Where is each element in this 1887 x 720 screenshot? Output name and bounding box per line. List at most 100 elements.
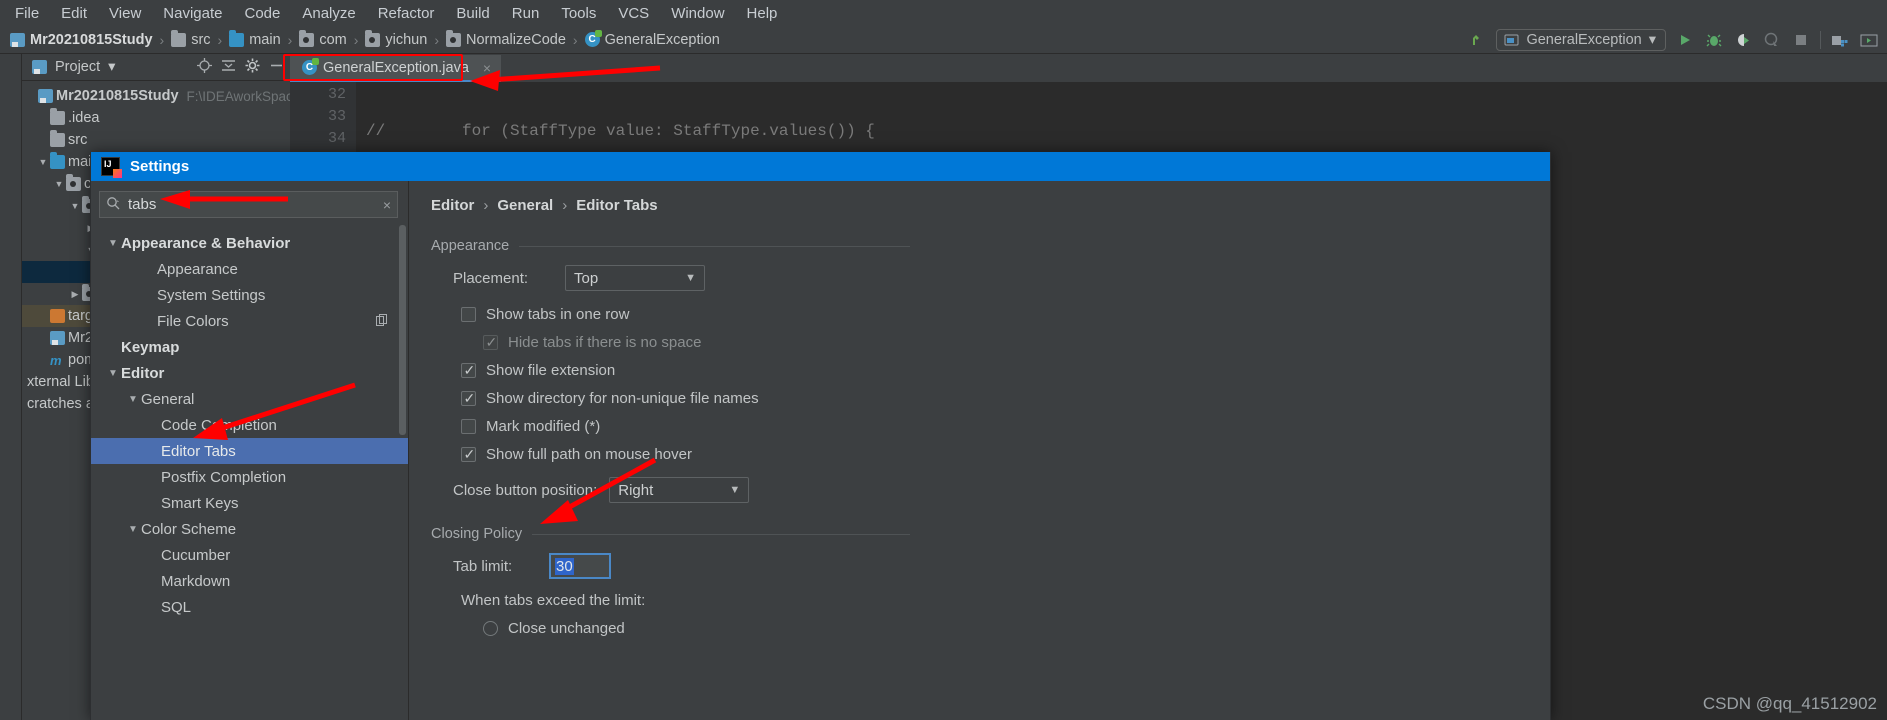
settings-tree-item-sql[interactable]: SQL — [91, 594, 408, 620]
breadcrumb-main[interactable]: main — [225, 29, 284, 49]
menu-item-view[interactable]: View — [98, 2, 152, 25]
watermark-text: CSDN @qq_41512902 — [1702, 694, 1877, 713]
tree-twisty[interactable]: ▶ — [68, 289, 82, 300]
checkbox-row-hide-tabs-if-no-space[interactable]: Hide tabs if there is no space — [483, 330, 1550, 354]
open-preview-icon[interactable] — [1859, 30, 1879, 50]
checkbox-mark-modified[interactable] — [461, 418, 476, 434]
menu-item-help[interactable]: Help — [736, 2, 789, 25]
settings-tree-item-system-settings[interactable]: System Settings — [91, 282, 408, 308]
tree-label: Mr20210815Study — [56, 88, 179, 104]
breadcrumb-yichun[interactable]: yichun — [361, 29, 431, 49]
run-configuration-selector[interactable]: GeneralException ▾ — [1496, 29, 1666, 51]
folder-teal-icon — [229, 29, 245, 47]
menu-item-run[interactable]: Run — [501, 2, 551, 25]
settings-tree-item-general[interactable]: ▼ General — [91, 386, 408, 412]
settings-tree-item-keymap[interactable]: Keymap — [91, 334, 408, 360]
settings-tree-item-appearance[interactable]: Appearance — [91, 256, 408, 282]
breadcrumb-label: yichun — [385, 31, 428, 48]
clear-search-icon[interactable]: × — [383, 197, 391, 213]
checkbox-row-show-full-path-hover[interactable]: Show full path on mouse hover — [461, 442, 1550, 466]
checkbox-show-directory-for-non-unique-file-names[interactable] — [461, 390, 476, 407]
tree-row-idea[interactable]: .idea — [22, 107, 290, 129]
breadcrumb-com[interactable]: com — [295, 29, 350, 49]
breadcrumb-src[interactable]: src — [167, 29, 214, 49]
settings-tree-item-editor-tabs[interactable]: Editor Tabs — [91, 438, 408, 464]
settings-dialog-titlebar: Settings — [91, 152, 1550, 181]
settings-tree-scrollbar[interactable] — [399, 225, 406, 435]
run-icon[interactable] — [1675, 30, 1695, 50]
settings-tree-item-postfix-completion[interactable]: Postfix Completion — [91, 464, 408, 490]
tab-limit-input[interactable]: 30 — [549, 553, 611, 579]
settings-tree-item-color-scheme[interactable]: ▼ Color Scheme — [91, 516, 408, 542]
tree-row-src[interactable]: src — [22, 129, 290, 151]
tree-twisty[interactable]: ▼ — [52, 179, 66, 189]
menu-item-window[interactable]: Window — [660, 2, 735, 25]
tree-twisty[interactable]: ▼ — [105, 238, 121, 249]
tree-twisty[interactable]: ▼ — [105, 368, 121, 379]
intellij-logo-icon — [101, 157, 122, 178]
menu-item-analyze[interactable]: Analyze — [291, 2, 366, 25]
checkbox-hide-tabs-if-no-space[interactable] — [483, 334, 498, 351]
settings-tree-label: Appearance — [157, 260, 238, 278]
appearance-group-header: Appearance — [431, 238, 1550, 254]
settings-tree-item-appearance-behavior[interactable]: ▼ Appearance & Behavior — [91, 230, 408, 256]
menu-item-code[interactable]: Code — [233, 2, 291, 25]
menu-item-file[interactable]: File — [4, 2, 50, 25]
build-hammer-icon[interactable] — [1467, 30, 1487, 50]
radio-label: Close unchanged — [508, 619, 625, 637]
checkbox-row-mark-modified[interactable]: Mark modified (*) — [461, 414, 1550, 438]
settings-tree-item-cucumber[interactable]: Cucumber — [91, 542, 408, 568]
tree-twisty[interactable]: ▼ — [36, 157, 50, 167]
hide-icon[interactable] — [269, 58, 284, 77]
run-coverage-icon[interactable] — [1733, 30, 1753, 50]
debug-icon[interactable] — [1704, 30, 1724, 50]
chevron-down-icon[interactable]: ▾ — [108, 59, 115, 75]
settings-tree-item-file-colors[interactable]: File Colors — [91, 308, 408, 334]
checkbox-label: Show directory for non-unique file names — [486, 389, 759, 407]
settings-tree-item-editor[interactable]: ▼ Editor — [91, 360, 408, 386]
tree-twisty[interactable]: ▼ — [68, 201, 82, 211]
settings-tree-panel: × ▼ Appearance & Behavior Appearance Sys… — [91, 181, 409, 720]
settings-tree-label: Code Completion — [161, 416, 277, 434]
project-structure-icon[interactable] — [1830, 30, 1850, 50]
gear-icon[interactable] — [245, 58, 260, 77]
checkbox-show-full-path-on-mouse-hover[interactable] — [461, 446, 476, 463]
checkbox-row-show-tabs-in-one-row[interactable]: Show tabs in one row — [461, 302, 1550, 326]
chevron-down-icon: ▼ — [729, 484, 741, 496]
menu-item-build[interactable]: Build — [445, 2, 500, 25]
settings-search-input[interactable] — [126, 195, 377, 214]
placement-combobox[interactable]: Top ▼ — [565, 265, 705, 291]
settings-tree-item-smart-keys[interactable]: Smart Keys — [91, 490, 408, 516]
breadcrumb-separator: › — [434, 31, 439, 48]
settings-tree-item-markdown[interactable]: Markdown — [91, 568, 408, 594]
menu-item-vcs[interactable]: VCS — [607, 2, 660, 25]
settings-tree-item-code-completion[interactable]: Code Completion — [91, 412, 408, 438]
menu-item-tools[interactable]: Tools — [550, 2, 607, 25]
settings-search-box[interactable]: × — [99, 191, 398, 218]
radio-close-unchanged[interactable] — [483, 620, 498, 636]
menu-item-refactor[interactable]: Refactor — [367, 2, 446, 25]
checkbox-row-show-file-extension[interactable]: Show file extension — [461, 358, 1550, 382]
breadcrumb-module[interactable]: Mr20210815Study — [6, 31, 157, 49]
locate-icon[interactable] — [197, 57, 212, 77]
breadcrumb-label: com — [319, 31, 347, 48]
close-icon[interactable]: × — [483, 60, 491, 76]
collapse-all-icon[interactable] — [221, 58, 236, 77]
radio-row-close-unchanged[interactable]: Close unchanged — [483, 616, 1550, 640]
breadcrumb-generalexception[interactable]: C GeneralException — [581, 30, 724, 49]
breadcrumb-normalizecode[interactable]: NormalizeCode — [442, 29, 570, 49]
menu-item-navigate[interactable]: Navigate — [152, 2, 233, 25]
tree-twisty[interactable]: ▼ — [125, 394, 141, 405]
profile-icon[interactable] — [1762, 30, 1782, 50]
stop-icon[interactable] — [1791, 30, 1811, 50]
checkbox-row-show-directory-non-unique[interactable]: Show directory for non-unique file names — [461, 386, 1550, 410]
checkbox-label: Mark modified (*) — [486, 417, 601, 435]
tree-twisty[interactable]: ▼ — [125, 524, 141, 535]
package-icon — [66, 174, 81, 191]
tree-row-root[interactable]: Mr20210815Study F:\IDEAworkSpace\Mr20 — [22, 85, 335, 107]
checkbox-show-tabs-in-one-row[interactable] — [461, 306, 476, 322]
close-button-position-combobox[interactable]: Right ▼ — [609, 477, 750, 503]
breadcrumb-label: Mr20210815Study — [30, 31, 153, 48]
menu-item-edit[interactable]: Edit — [50, 2, 98, 25]
checkbox-show-file-extension[interactable] — [461, 362, 476, 379]
